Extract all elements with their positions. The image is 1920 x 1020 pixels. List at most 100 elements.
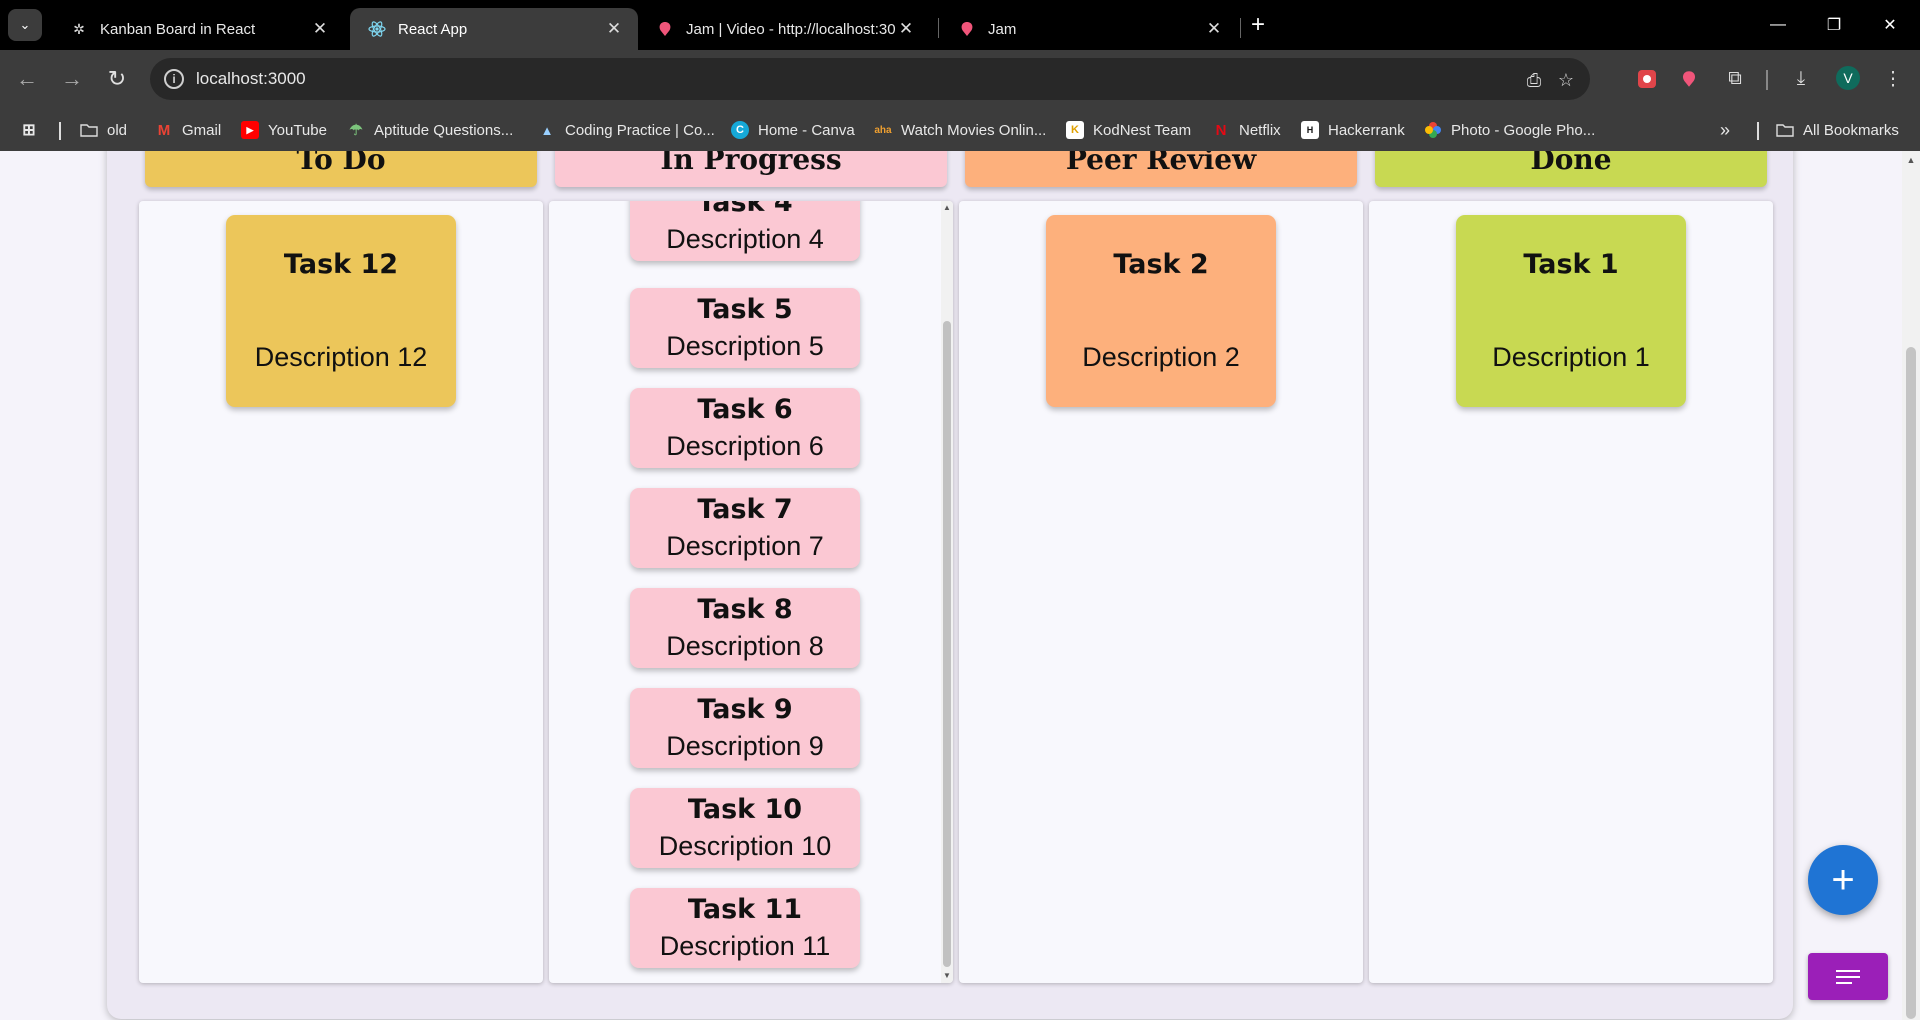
task-title: Task 8 — [697, 594, 793, 625]
bookmark-google-photos[interactable]: Photo - Google Pho... — [1424, 119, 1595, 141]
address-bar[interactable]: i localhost:3000 ⎙ ☆ — [150, 58, 1590, 100]
close-icon[interactable]: ✕ — [896, 19, 916, 39]
plus-icon: + — [1831, 857, 1855, 902]
toolbar-divider — [1766, 70, 1768, 90]
install-app-icon[interactable]: ⎙ — [1522, 68, 1546, 92]
back-button[interactable]: ← — [12, 64, 42, 94]
task-description: Description 10 — [658, 831, 832, 861]
add-task-button[interactable]: + — [1808, 845, 1878, 915]
reload-button[interactable]: ↻ — [102, 64, 132, 94]
jam-extension-icon[interactable] — [1676, 66, 1702, 92]
scroll-up-arrow-icon[interactable]: ▲ — [1902, 155, 1920, 165]
bookmark-coding-practice[interactable]: ▲ Coding Practice | Co... — [538, 119, 715, 141]
bookmark-label: Coding Practice | Co... — [565, 121, 715, 139]
all-bookmarks-label: All Bookmarks — [1803, 121, 1899, 139]
bookmark-divider — [1757, 122, 1759, 140]
column-header-todo: To Do — [145, 151, 537, 187]
apps-grid-icon: ⊞ — [22, 122, 36, 139]
task-description: Description 6 — [666, 431, 824, 461]
folder-icon — [80, 121, 98, 139]
extension-icon[interactable] — [1634, 66, 1660, 92]
profile-avatar[interactable]: V — [1836, 66, 1860, 90]
task-card[interactable]: Task 1 Description 1 — [1456, 215, 1686, 407]
restore-button[interactable]: ❐ — [1814, 10, 1854, 40]
tab-kanban-board[interactable]: ✲ Kanban Board in React ✕ — [52, 8, 344, 50]
google-photos-icon — [1424, 121, 1442, 139]
bookmark-gmail[interactable]: M Gmail — [155, 119, 221, 141]
bookmark-hackerrank[interactable]: H Hackerrank — [1301, 119, 1405, 141]
bookmark-kodnest[interactable]: K KodNest Team — [1066, 119, 1191, 141]
url-text[interactable]: localhost:3000 — [196, 69, 306, 89]
page-scrollbar-thumb[interactable] — [1906, 347, 1916, 1019]
new-tab-button[interactable]: + — [1244, 11, 1272, 39]
task-description: Description 12 — [254, 342, 428, 372]
jam-icon — [656, 20, 674, 38]
task-card[interactable]: Task 12 Description 12 — [226, 215, 456, 407]
close-icon[interactable]: ✕ — [604, 19, 624, 39]
forward-button[interactable]: → — [57, 64, 87, 94]
bookmark-old[interactable]: old — [80, 119, 127, 141]
task-card[interactable]: Task 9 Description 9 — [630, 688, 860, 768]
task-card[interactable]: Task 2 Description 2 — [1046, 215, 1276, 407]
kebab-menu-icon[interactable]: ⋮ — [1880, 66, 1906, 92]
close-window-button[interactable]: ✕ — [1870, 10, 1910, 40]
bookmark-label: KodNest Team — [1093, 121, 1192, 139]
column-scrollbar[interactable]: ▲ ▼ — [941, 201, 953, 983]
download-icon[interactable]: ⤓ — [1788, 66, 1814, 92]
more-bookmarks-button[interactable]: » — [1720, 119, 1730, 141]
column-done: Task 1 Description 1 — [1369, 201, 1773, 983]
kodnest-icon: K — [1066, 121, 1084, 139]
chevron-down-icon: ⌄ — [19, 17, 31, 32]
column-header-done: Done — [1375, 151, 1767, 187]
task-card[interactable]: Task 7 Description 7 — [630, 488, 860, 568]
scrollbar-thumb[interactable] — [943, 321, 951, 967]
bookmark-movies[interactable]: aha Watch Movies Onlin... — [874, 119, 1046, 141]
aptitude-icon: ☂ — [349, 122, 363, 139]
tab-title: Kanban Board in React — [100, 20, 256, 38]
task-card[interactable]: Task 11 Description 11 — [630, 888, 860, 968]
task-card[interactable]: Task 10 Description 10 — [630, 788, 860, 868]
apps-button[interactable]: ⊞ — [20, 119, 47, 141]
netflix-icon: N — [1215, 121, 1227, 139]
all-bookmarks-button[interactable]: All Bookmarks — [1776, 119, 1899, 141]
task-card[interactable]: Task 5 Description 5 — [630, 288, 860, 368]
task-card[interactable]: Task 6 Description 6 — [630, 388, 860, 468]
tab-title: React App — [398, 20, 468, 38]
puzzle-extensions-icon[interactable]: ⧉ — [1722, 66, 1748, 92]
bookmark-label: YouTube — [268, 121, 327, 139]
browser-tab-bar: ⌄ ✲ Kanban Board in React ✕ React App ✕ … — [0, 0, 1920, 50]
minimize-button[interactable]: — — [1758, 10, 1798, 40]
bookmark-canva[interactable]: C Home - Canva — [731, 119, 855, 141]
task-description: Description 4 — [666, 224, 824, 254]
bookmark-youtube[interactable]: ▶ YouTube — [241, 119, 327, 141]
column-header-peer-review: Peer Review — [965, 151, 1357, 187]
scroll-up-arrow-icon[interactable]: ▲ — [941, 203, 953, 213]
column-in-progress: Task 4 Description 4 Task 5 Description … — [549, 201, 953, 983]
close-icon[interactable]: ✕ — [310, 19, 330, 39]
jam-icon — [958, 20, 976, 38]
arrow-left-icon: ← — [16, 66, 38, 91]
scroll-down-arrow-icon[interactable]: ▼ — [941, 971, 953, 981]
site-info-icon[interactable]: i — [164, 69, 184, 89]
page-scrollbar[interactable]: ▲ — [1902, 151, 1920, 1020]
restore-icon: ❐ — [1826, 17, 1842, 34]
task-card[interactable]: Task 8 Description 8 — [630, 588, 860, 668]
bookmark-aptitude[interactable]: ☂ Aptitude Questions... — [347, 119, 513, 141]
chevron-double-right-icon: » — [1720, 119, 1731, 140]
youtube-icon: ▶ — [241, 121, 259, 139]
tab-react-app[interactable]: React App ✕ — [350, 8, 638, 50]
tab-search-button[interactable]: ⌄ — [8, 9, 42, 41]
plus-icon: + — [1250, 11, 1265, 38]
star-icon[interactable]: ☆ — [1554, 68, 1578, 92]
task-card[interactable]: Task 4 Description 4 — [630, 201, 860, 261]
bookmark-netflix[interactable]: N Netflix — [1212, 119, 1281, 141]
hackerrank-icon: H — [1301, 121, 1319, 139]
gmail-icon: M — [157, 121, 171, 139]
task-description: Description 1 — [1492, 342, 1650, 372]
tab-jam[interactable]: Jam ✕ — [940, 8, 1238, 50]
close-icon[interactable]: ✕ — [1204, 19, 1224, 39]
sort-menu-button[interactable] — [1808, 953, 1888, 1000]
task-description: Description 11 — [659, 931, 831, 961]
tab-jam-video[interactable]: Jam | Video - http://localhost:30 ✕ — [638, 8, 930, 50]
task-title: Task 11 — [687, 894, 803, 925]
